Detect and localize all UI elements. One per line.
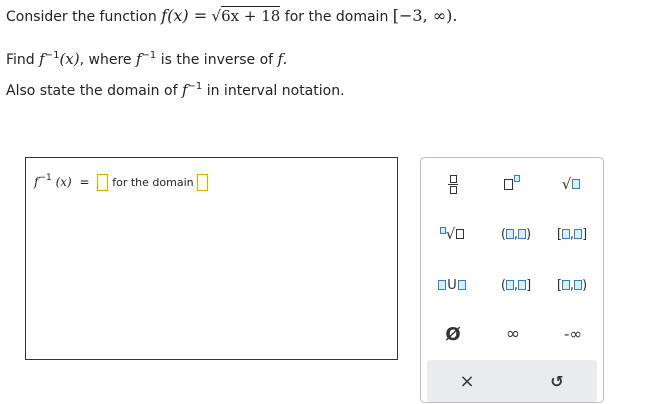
fraction-button[interactable] (433, 170, 473, 198)
union-button[interactable]: U (429, 271, 475, 299)
left-open-interval-button[interactable]: (,] (485, 271, 547, 299)
negative-infinity-icon: -∞ (564, 325, 582, 343)
exponent-button[interactable] (487, 170, 537, 198)
math-palette: √ √ (,) [,] U (,] [,) Ø ∞ -∞ × ↺ (420, 157, 604, 403)
empty-set-button[interactable]: Ø (433, 320, 473, 348)
domain-input[interactable] (197, 174, 209, 191)
domain-interval: [−3, ∞). (392, 6, 458, 25)
close-icon: × (459, 370, 475, 392)
open-interval-button[interactable]: (,) (485, 220, 547, 248)
answer-row: f−1 (x) = for the domain (34, 173, 209, 191)
infinity-icon: ∞ (505, 324, 521, 344)
function-expression: f(x) = (161, 6, 208, 25)
question-line-2: Find f−1(x), where f−1 is the inverse of… (6, 50, 288, 68)
sqrt-expression: √6x + 18 (211, 6, 281, 25)
question-line-1: Consider the function f(x) = √6x + 18 fo… (6, 6, 458, 25)
empty-set-icon: Ø (445, 323, 461, 345)
undo-icon: ↺ (550, 371, 564, 391)
negative-infinity-button[interactable]: -∞ (549, 320, 597, 348)
answer-box[interactable]: f−1 (x) = for the domain (25, 157, 398, 360)
clear-button[interactable]: × (447, 367, 487, 395)
question-text: Consider the function (6, 9, 162, 25)
question-line-3: Also state the domain of f−1 in interval… (6, 81, 345, 99)
closed-interval-button[interactable]: [,] (547, 220, 597, 248)
left-closed-interval-button[interactable]: [,) (547, 271, 597, 299)
nth-root-button[interactable]: √ (429, 220, 475, 248)
undo-button[interactable]: ↺ (537, 367, 577, 395)
sqrt-button[interactable]: √ (551, 170, 591, 198)
palette-action-bar: × ↺ (427, 360, 597, 402)
inverse-function-input[interactable] (97, 174, 109, 191)
infinity-button[interactable]: ∞ (491, 320, 535, 348)
